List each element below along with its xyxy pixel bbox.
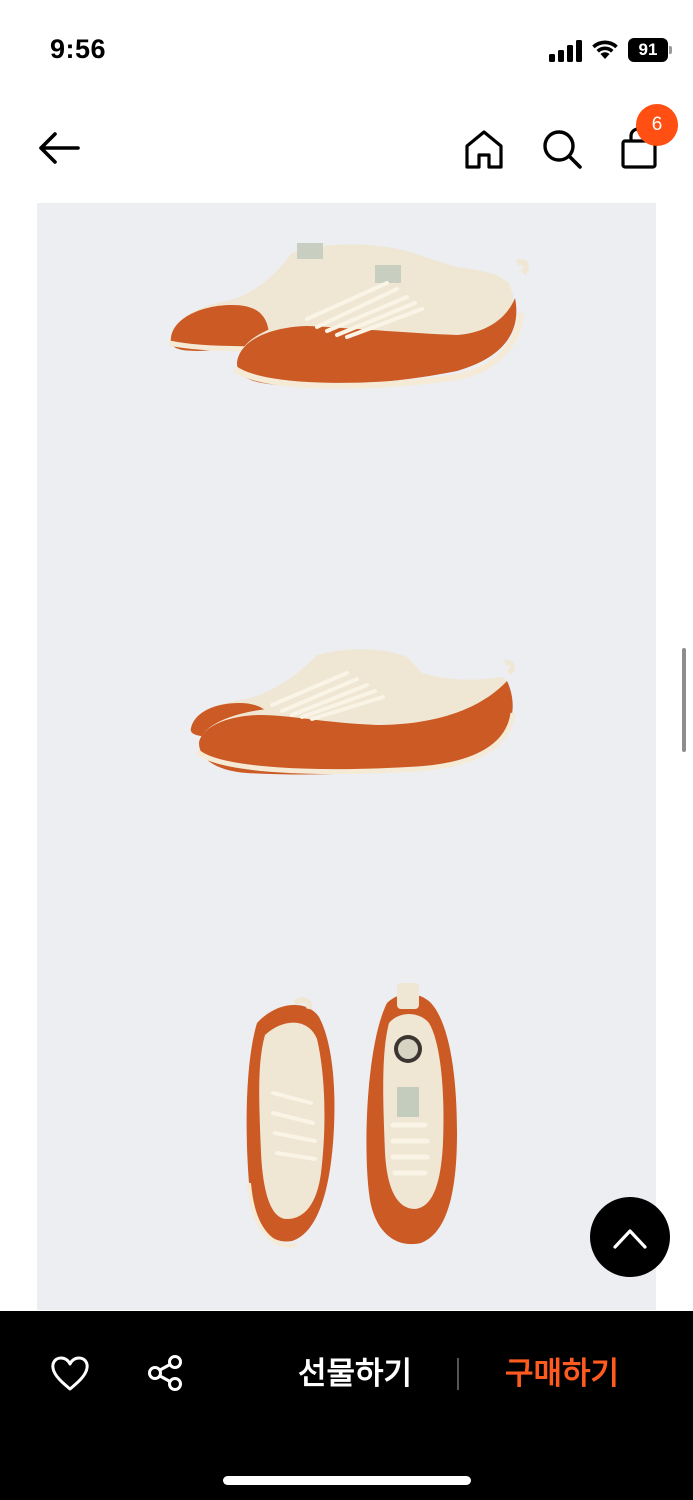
gift-button[interactable]: 선물하기 [280, 1351, 430, 1397]
product-image-gallery[interactable] [37, 203, 656, 1310]
chevron-up-icon [613, 1229, 647, 1249]
left-shoe [246, 997, 335, 1248]
search-icon[interactable] [540, 127, 584, 171]
sneaker-pair-front-angle [168, 243, 529, 389]
scroll-indicator[interactable] [682, 648, 686, 752]
buy-button[interactable]: 구매하기 [487, 1351, 637, 1397]
divider [457, 1358, 459, 1390]
product-header [0, 100, 693, 196]
scroll-to-top-button[interactable] [590, 1197, 670, 1277]
status-bar: 9:56 91 [0, 0, 693, 100]
bottom-action-bar: 선물하기 구매하기 [0, 1311, 693, 1500]
heart-icon[interactable] [50, 1355, 90, 1393]
battery-cap [669, 46, 672, 54]
cellular-signal-icon [549, 40, 582, 62]
status-time: 9:56 [50, 34, 107, 64]
battery-level: 91 [638, 40, 658, 59]
home-icon[interactable] [462, 127, 506, 171]
right-shoe [366, 983, 457, 1245]
front-shoe [195, 660, 516, 775]
wifi-icon [592, 40, 618, 59]
back-arrow-icon[interactable] [36, 128, 82, 168]
share-icon[interactable] [146, 1354, 184, 1392]
home-indicator[interactable] [223, 1476, 471, 1485]
sneaker-pair-top-view [246, 983, 457, 1248]
sneaker-pair-side-view [190, 649, 516, 775]
battery-indicator: 91 [628, 38, 672, 62]
cart-count-badge: 6 [636, 104, 678, 146]
